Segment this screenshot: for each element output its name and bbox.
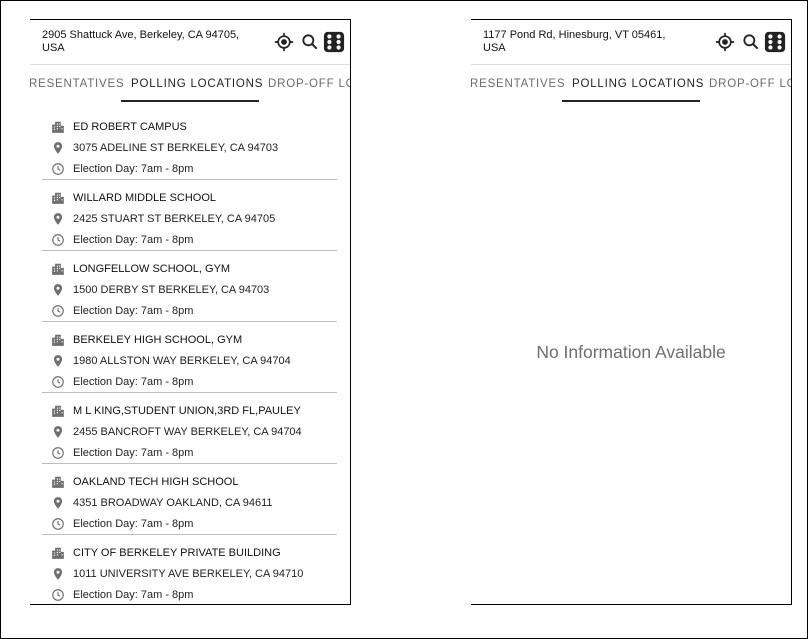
map-pin-icon	[53, 213, 63, 225]
tab-drop-off-locations[interactable]: DROP-OFF LOC	[268, 78, 350, 90]
building-icon	[52, 192, 64, 204]
building-icon	[52, 476, 64, 488]
location-hours: Election Day: 7am - 8pm	[73, 589, 194, 601]
clock-icon	[52, 305, 64, 317]
map-pin-icon	[53, 568, 63, 580]
tab-polling-locations[interactable]: POLLING LOCATIONS	[572, 78, 704, 90]
location-address-row: 1011 UNIVERSITY AVE BERKELEY, CA 94710	[42, 566, 337, 582]
location-name-row: M L KING,STUDENT UNION,3RD FL,PAULEY	[42, 403, 337, 419]
location-name: OAKLAND TECH HIGH SCHOOL	[73, 476, 239, 488]
tab-bar: RESENTATIVES POLLING LOCATIONS DROP-OFF …	[471, 65, 791, 102]
search-icon[interactable]	[300, 32, 320, 52]
current-address[interactable]: 2905 Shattuck Ave, Berkeley, CA 94705, U…	[42, 29, 242, 55]
location-address: 1500 DERBY ST BERKELEY, CA 94703	[73, 284, 270, 296]
map-pin-icon	[53, 355, 63, 367]
location-hours: Election Day: 7am - 8pm	[73, 447, 194, 459]
right-screen: 1177 Pond Rd, Hinesburg, VT 05461, USA R…	[471, 19, 792, 605]
location-hours-row: Election Day: 7am - 8pm	[42, 374, 337, 390]
app-header: 2905 Shattuck Ave, Berkeley, CA 94705, U…	[30, 20, 350, 65]
location-address-row: 1500 DERBY ST BERKELEY, CA 94703	[42, 282, 337, 298]
location-name-row: ED ROBERT CAMPUS	[42, 119, 337, 135]
location-hours-row: Election Day: 7am - 8pm	[42, 587, 337, 603]
current-address[interactable]: 1177 Pond Rd, Hinesburg, VT 05461, USA	[483, 29, 683, 55]
location-name-row: OAKLAND TECH HIGH SCHOOL	[42, 474, 337, 490]
tab-bar: RESENTATIVES POLLING LOCATIONS DROP-OFF …	[30, 65, 350, 102]
my-location-icon[interactable]	[715, 32, 735, 52]
tab-representatives[interactable]: RESENTATIVES	[471, 78, 565, 90]
clock-icon	[52, 163, 64, 175]
location-card[interactable]: OAKLAND TECH HIGH SCHOOL 4351 BROADWAY OA…	[42, 465, 337, 535]
location-name-row: CITY OF BERKELEY PRIVATE BUILDING	[42, 545, 337, 561]
location-hours-row: Election Day: 7am - 8pm	[42, 303, 337, 319]
app-header: 1177 Pond Rd, Hinesburg, VT 05461, USA	[471, 20, 791, 65]
location-address-row: 4351 BROADWAY OAKLAND, CA 94611	[42, 495, 337, 511]
location-hours: Election Day: 7am - 8pm	[73, 305, 194, 317]
search-icon[interactable]	[741, 32, 761, 52]
location-name: ED ROBERT CAMPUS	[73, 121, 187, 133]
location-name: BERKELEY HIGH SCHOOL, GYM	[73, 334, 243, 346]
map-pin-icon	[53, 284, 63, 296]
map-pin-icon	[53, 142, 63, 154]
location-name: LONGFELLOW SCHOOL, GYM	[73, 263, 231, 275]
tab-drop-off-locations[interactable]: DROP-OFF LOC	[709, 78, 791, 90]
location-name-row: WILLARD MIDDLE SCHOOL	[42, 190, 337, 206]
location-card[interactable]: LONGFELLOW SCHOOL, GYM 1500 DERBY ST BERK…	[42, 252, 337, 322]
location-address: 1980 ALLSTON WAY BERKELEY, CA 94704	[73, 355, 291, 367]
location-name-row: LONGFELLOW SCHOOL, GYM	[42, 261, 337, 277]
building-icon	[52, 334, 64, 346]
dice-icon[interactable]	[323, 31, 345, 53]
location-name: M L KING,STUDENT UNION,3RD FL,PAULEY	[73, 405, 301, 417]
clock-icon	[52, 447, 64, 459]
location-name-row: BERKELEY HIGH SCHOOL, GYM	[42, 332, 337, 348]
tab-representatives[interactable]: RESENTATIVES	[30, 78, 124, 90]
location-hours: Election Day: 7am - 8pm	[73, 518, 194, 530]
location-address: 3075 ADELINE ST BERKELEY, CA 94703	[73, 142, 279, 154]
location-hours: Election Day: 7am - 8pm	[73, 376, 194, 388]
location-card[interactable]: CITY OF BERKELEY PRIVATE BUILDING 1011 UN…	[42, 536, 337, 604]
location-address: 2425 STUART ST BERKELEY, CA 94705	[73, 213, 276, 225]
clock-icon	[52, 376, 64, 388]
location-hours-row: Election Day: 7am - 8pm	[42, 445, 337, 461]
active-tab-indicator	[562, 100, 700, 102]
building-icon	[52, 405, 64, 417]
location-address-row: 1980 ALLSTON WAY BERKELEY, CA 94704	[42, 353, 337, 369]
location-name: WILLARD MIDDLE SCHOOL	[73, 192, 217, 204]
location-hours-row: Election Day: 7am - 8pm	[42, 232, 337, 248]
location-card[interactable]: BERKELEY HIGH SCHOOL, GYM 1980 ALLSTON WA…	[42, 323, 337, 393]
location-address: 2455 BANCROFT WAY BERKELEY, CA 94704	[73, 426, 302, 438]
map-pin-icon	[53, 497, 63, 509]
location-address: 4351 BROADWAY OAKLAND, CA 94611	[73, 497, 273, 509]
my-location-icon[interactable]	[274, 32, 294, 52]
polling-location-list: ED ROBERT CAMPUS 3075 ADELINE ST BERKELEY…	[30, 110, 350, 604]
location-hours: Election Day: 7am - 8pm	[73, 163, 194, 175]
building-icon	[52, 547, 64, 559]
location-address-row: 2425 STUART ST BERKELEY, CA 94705	[42, 211, 337, 227]
clock-icon	[52, 518, 64, 530]
building-icon	[52, 263, 64, 275]
location-card[interactable]: WILLARD MIDDLE SCHOOL 2425 STUART ST BERK…	[42, 181, 337, 251]
dice-icon[interactable]	[764, 31, 786, 53]
map-pin-icon	[53, 426, 63, 438]
location-card[interactable]: M L KING,STUDENT UNION,3RD FL,PAULEY 2455…	[42, 394, 337, 464]
location-name: CITY OF BERKELEY PRIVATE BUILDING	[73, 547, 281, 559]
location-hours: Election Day: 7am - 8pm	[73, 234, 194, 246]
location-hours-row: Election Day: 7am - 8pm	[42, 161, 337, 177]
location-address: 1011 UNIVERSITY AVE BERKELEY, CA 94710	[73, 568, 304, 580]
location-address-row: 2455 BANCROFT WAY BERKELEY, CA 94704	[42, 424, 337, 440]
empty-state-message: No Information Available	[536, 342, 726, 362]
left-screen: 2905 Shattuck Ave, Berkeley, CA 94705, U…	[30, 19, 351, 605]
building-icon	[52, 121, 64, 133]
clock-icon	[52, 589, 64, 601]
location-address-row: 3075 ADELINE ST BERKELEY, CA 94703	[42, 140, 337, 156]
location-card[interactable]: ED ROBERT CAMPUS 3075 ADELINE ST BERKELEY…	[42, 110, 337, 180]
active-tab-indicator	[121, 100, 259, 102]
tab-polling-locations[interactable]: POLLING LOCATIONS	[131, 78, 263, 90]
clock-icon	[52, 234, 64, 246]
location-hours-row: Election Day: 7am - 8pm	[42, 516, 337, 532]
